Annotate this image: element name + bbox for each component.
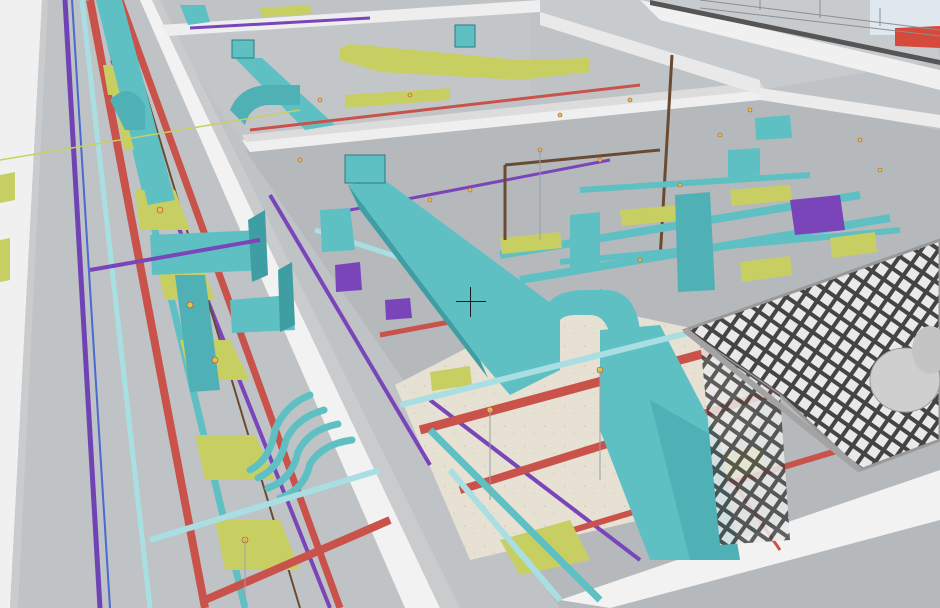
air-terminal-corridor-2[interactable] bbox=[278, 262, 295, 332]
ahu-unit-1[interactable] bbox=[320, 208, 355, 252]
purple-equipment-3[interactable] bbox=[790, 195, 845, 235]
purple-equipment-1[interactable] bbox=[335, 262, 362, 292]
duct-tee-corridor[interactable] bbox=[150, 230, 265, 275]
mep-model-scene[interactable] bbox=[0, 0, 940, 608]
diffuser-upper-1[interactable] bbox=[231, 39, 255, 59]
diffuser-main-1[interactable] bbox=[344, 154, 386, 184]
ahu-unit-2[interactable] bbox=[570, 212, 600, 268]
bim-3d-viewport[interactable] bbox=[0, 0, 940, 608]
ahu-unit-5[interactable] bbox=[755, 115, 792, 140]
cable-tray-left[interactable] bbox=[0, 172, 15, 203]
ahu-unit-3[interactable] bbox=[675, 192, 715, 292]
ahu-unit-4[interactable] bbox=[728, 148, 760, 178]
diffuser-upper-2[interactable] bbox=[454, 24, 476, 48]
purple-equipment-2[interactable] bbox=[385, 298, 412, 320]
